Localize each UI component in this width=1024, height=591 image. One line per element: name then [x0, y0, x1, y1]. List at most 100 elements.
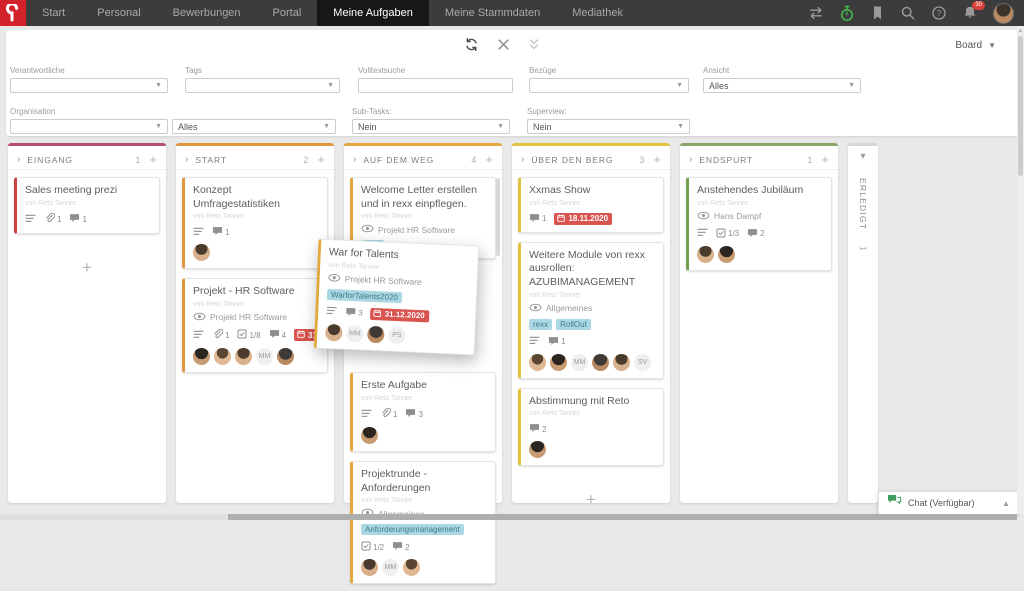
- add-card-icon[interactable]: +: [485, 153, 493, 166]
- close-icon[interactable]: [497, 38, 510, 56]
- card-avatars: [361, 427, 488, 444]
- expand-column-icon[interactable]: ▾: [860, 152, 865, 162]
- card-relation: Hans Dampf: [697, 211, 824, 222]
- view-mode-select[interactable]: Board ▼: [955, 40, 996, 51]
- board-column-start: ›START2+Konzept Umfragestatistikenvon Re…: [176, 143, 334, 503]
- collapse-all-icon[interactable]: [528, 38, 540, 56]
- add-card-icon[interactable]: +: [149, 153, 157, 166]
- card-meta: von Reto Tanner: [529, 200, 656, 207]
- add-card-placeholder[interactable]: +: [14, 259, 160, 276]
- column-scrollbar-thumb[interactable]: [496, 178, 500, 256]
- card-meta: von Reto Tanner: [529, 410, 656, 417]
- avatar: [529, 354, 546, 371]
- nav-tab-meine-aufgaben[interactable]: Meine Aufgaben: [317, 0, 429, 26]
- swap-icon[interactable]: [808, 5, 824, 21]
- timer-icon[interactable]: [839, 5, 855, 22]
- card-title: Sales meeting prezi: [25, 184, 152, 198]
- task-card[interactable]: Abstimmung mit Retovon Reto Tanner2: [518, 388, 664, 467]
- meine-aufgaben-page: { "navbar": { "logo": "rexx-logo", "item…: [0, 0, 1024, 520]
- tag-chip[interactable]: rexx: [529, 319, 552, 330]
- card-badges: 331.12.2020: [326, 306, 468, 324]
- badge-count: 2: [405, 543, 409, 552]
- chevron-down-icon: ▼: [327, 82, 334, 89]
- subtasks-select[interactable]: Nein▼: [352, 119, 510, 134]
- task-card[interactable]: Projektrunde - Anforderungenvon Reto Tan…: [350, 461, 496, 584]
- board-column--ber-den-berg: ›ÜBER DEN BERG3+Xxmas Showvon Reto Tanne…: [512, 143, 670, 503]
- vertical-scrollbar[interactable]: ▲: [1017, 27, 1024, 514]
- notification-badge: 30: [972, 1, 985, 10]
- vertical-scrollbar-thumb[interactable]: [1018, 36, 1023, 176]
- board-column-endspurt: ›ENDSPURT1+Anstehendes Jubiläumvon Reto …: [680, 143, 838, 503]
- chat-widget[interactable]: Chat (Verfügbar) ▲: [878, 491, 1019, 515]
- search-icon[interactable]: [900, 5, 916, 21]
- card-badges: 1/3 2: [697, 228, 824, 240]
- badge-count: 1: [393, 410, 397, 419]
- nav-tab-personal[interactable]: Personal: [81, 0, 156, 26]
- task-card[interactable]: Konzept Umfragestatistikenvon Reto Tanne…: [182, 177, 328, 269]
- nav-tab-start[interactable]: Start: [26, 0, 81, 26]
- badge-count: 1/3: [728, 229, 739, 238]
- horizontal-scrollbar-thumb[interactable]: [228, 514, 1017, 520]
- add-card-icon[interactable]: +: [653, 153, 661, 166]
- notes-icon: [326, 306, 337, 317]
- collapsed-column-erledigt[interactable]: ▾ ERLEDIGT 1: [848, 143, 878, 503]
- collapse-column-icon[interactable]: ›: [17, 155, 20, 165]
- relation-label: Projekt HR Software: [378, 225, 455, 235]
- horizontal-scrollbar[interactable]: [0, 514, 1017, 520]
- relation-icon: [193, 312, 206, 323]
- tag-chip[interactable]: WarforTalents2020: [327, 289, 402, 303]
- chevron-down-icon: ▼: [988, 41, 996, 50]
- superview-select[interactable]: Nein▼: [527, 119, 690, 134]
- ansicht-select[interactable]: Alles▼: [703, 78, 861, 93]
- collapse-column-icon[interactable]: ›: [185, 155, 188, 165]
- column-title: START: [195, 155, 227, 165]
- task-card[interactable]: Anstehendes Jubiläumvon Reto TannerHans …: [686, 177, 832, 271]
- bezuege-select[interactable]: ▼: [529, 78, 689, 93]
- bookmark-icon[interactable]: [870, 5, 885, 21]
- filter-field-tags: Tags ▼: [185, 66, 340, 93]
- card-avatars: MM: [193, 348, 320, 365]
- checklist-icon: [361, 541, 371, 553]
- comments-icon: [405, 408, 416, 420]
- add-card-icon[interactable]: +: [317, 153, 325, 166]
- task-card[interactable]: Weitere Module von rexx ausrollen: AZUBI…: [518, 242, 664, 379]
- user-avatar[interactable]: [993, 3, 1014, 24]
- badge-count: 2: [760, 229, 764, 238]
- nav-tab-meine-stammdaten[interactable]: Meine Stammdaten: [429, 0, 556, 26]
- help-icon[interactable]: ?: [931, 5, 947, 21]
- task-card[interactable]: Projekt - HR Softwarevon Reto TannerProj…: [182, 278, 328, 373]
- collapse-column-icon[interactable]: ›: [689, 155, 692, 165]
- add-card-placeholder[interactable]: +: [518, 491, 664, 508]
- task-card[interactable]: Sales meeting prezivon Reto Tanner11: [14, 177, 160, 234]
- tags-select[interactable]: ▼: [185, 78, 340, 93]
- relation-label: Projekt HR Software: [345, 274, 422, 287]
- column-count: 4: [471, 155, 476, 165]
- refresh-icon[interactable]: [464, 37, 479, 57]
- comments-icon: [392, 541, 403, 553]
- badge-count: 1: [82, 215, 86, 224]
- task-card[interactable]: Erste Aufgabevon Reto Tanner13: [350, 372, 496, 452]
- scroll-up-arrow[interactable]: ▲: [1017, 27, 1024, 35]
- field-label: Superview:: [527, 107, 690, 116]
- tag-chip[interactable]: Anforderungsmanagement: [361, 524, 464, 535]
- collapse-column-icon[interactable]: ›: [521, 155, 524, 165]
- filter-panel: Board ▼ Verantwortliche ▼ Tags ▼ Volltex…: [6, 30, 1018, 136]
- verantwortliche-select[interactable]: ▼: [10, 78, 168, 93]
- nav-tab-mediathek[interactable]: Mediathek: [556, 0, 639, 26]
- task-card[interactable]: Xxmas Showvon Reto Tanner118.11.2020: [518, 177, 664, 233]
- tag-chip[interactable]: RollOut: [556, 319, 591, 330]
- organisation-select[interactable]: ▼: [10, 119, 168, 134]
- bell-icon[interactable]: 30: [962, 5, 978, 21]
- rexx-logo[interactable]: [0, 0, 26, 26]
- column-count: 3: [639, 155, 644, 165]
- task-card[interactable]: War for Talentsvon Reto TannerProjekt HR…: [314, 239, 480, 356]
- add-card-icon[interactable]: +: [821, 153, 829, 166]
- due-date-badge: 31.12.2020: [370, 308, 429, 323]
- checklist-icon: [237, 329, 247, 341]
- nav-tab-bewerbungen[interactable]: Bewerbungen: [157, 0, 257, 26]
- volltextsuche-input[interactable]: [358, 78, 513, 93]
- organisation-scope-select[interactable]: Alles▼: [172, 119, 336, 134]
- notes-badge: [326, 306, 337, 317]
- nav-tab-portal[interactable]: Portal: [257, 0, 318, 26]
- collapse-column-icon[interactable]: ›: [353, 155, 356, 165]
